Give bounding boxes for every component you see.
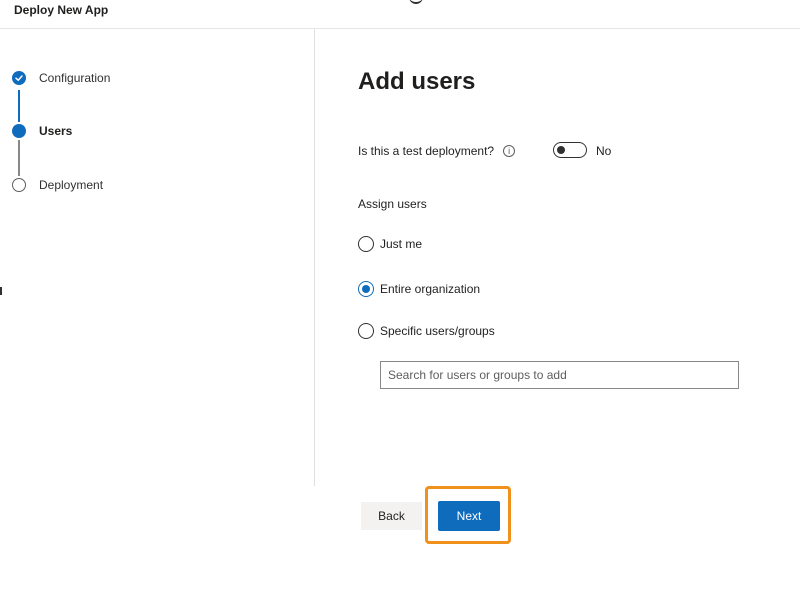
radio-specific-users[interactable]: Specific users/groups bbox=[358, 322, 495, 340]
pending-step-icon bbox=[12, 178, 26, 192]
step-label-users: Users bbox=[39, 124, 73, 138]
header-bar: Deploy New App bbox=[0, 0, 800, 29]
radio-label-entire-organization: Entire organization bbox=[380, 282, 481, 296]
radio-label-specific-users: Specific users/groups bbox=[380, 324, 495, 338]
radio-label-just-me: Just me bbox=[380, 237, 423, 251]
panel-divider bbox=[314, 29, 315, 486]
app-title: Deploy New App bbox=[14, 3, 109, 17]
page-title: Add users bbox=[358, 68, 476, 95]
info-icon[interactable]: i bbox=[503, 145, 516, 157]
current-step-icon bbox=[12, 124, 26, 138]
next-button[interactable]: Next bbox=[438, 501, 500, 531]
toggle-knob bbox=[557, 145, 565, 154]
checkmark-icon bbox=[12, 71, 26, 85]
assign-users-label: Assign users bbox=[358, 197, 427, 211]
radio-unchecked-icon bbox=[358, 323, 374, 339]
step-label-configuration: Configuration bbox=[39, 71, 111, 85]
toggle-state-text: No bbox=[596, 144, 612, 158]
step-configuration[interactable]: Configuration bbox=[12, 68, 110, 88]
test-deployment-row: Is this a test deployment? i bbox=[358, 141, 516, 161]
header-cut-glyph bbox=[409, 0, 423, 4]
step-deployment[interactable]: Deployment bbox=[12, 175, 103, 195]
deploy-app-page: Deploy New App Configuration Users Deplo… bbox=[0, 0, 800, 600]
test-deployment-toggle[interactable] bbox=[553, 142, 587, 158]
step-users[interactable]: Users bbox=[12, 121, 72, 141]
back-button[interactable]: Back bbox=[361, 502, 422, 530]
radio-unchecked-icon bbox=[358, 236, 374, 252]
radio-entire-organization[interactable]: Entire organization bbox=[358, 280, 480, 298]
step-label-deployment: Deployment bbox=[39, 178, 104, 192]
radio-just-me[interactable]: Just me bbox=[358, 235, 422, 253]
test-deployment-question: Is this a test deployment? bbox=[358, 144, 495, 158]
search-users-input[interactable] bbox=[380, 361, 739, 389]
step-connector-1 bbox=[18, 90, 20, 122]
radio-checked-icon bbox=[358, 281, 374, 297]
step-connector-2 bbox=[18, 140, 20, 176]
left-edge-mark bbox=[0, 287, 2, 295]
